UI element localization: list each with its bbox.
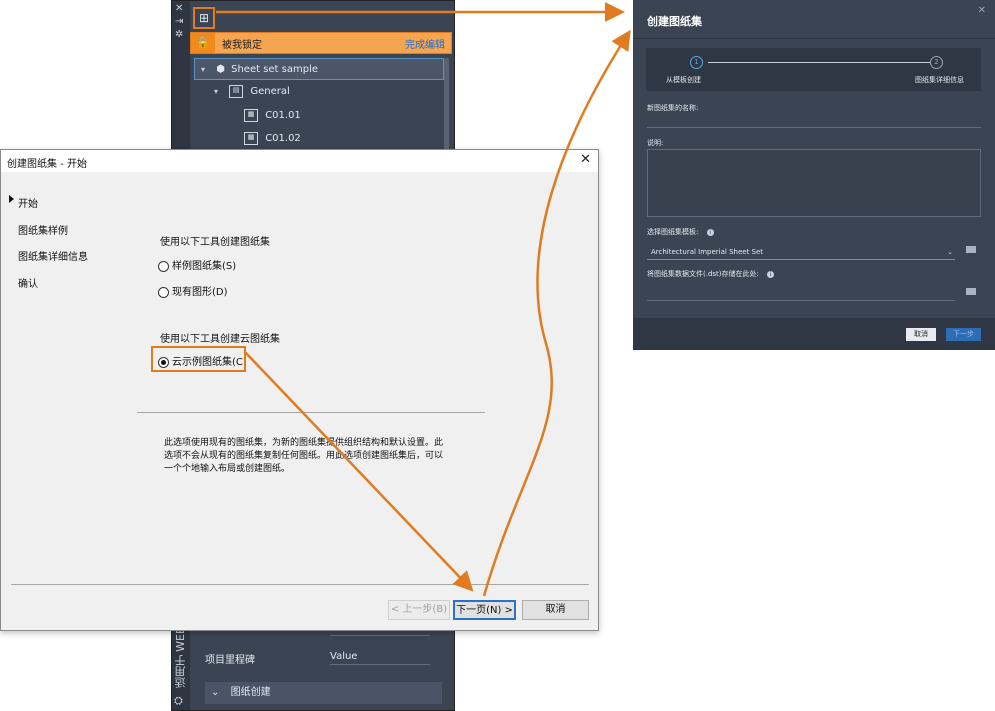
dialog-titlebar: 创建图纸集 - 开始 ✕ [1,150,598,172]
create-sheet-set-dialog: 创建图纸集 - 开始 ✕ 开始 图纸集样例 图纸集详细信息 确认 使用以下工具创… [0,149,599,631]
cloud-option-highlight [151,346,246,372]
section-header-label: 图纸创建 [230,687,271,698]
tree-node-sheet[interactable]: ▦ C01.02 [194,128,301,150]
dialog-title: 创建图纸集 [647,15,702,28]
section-header-sheet-creation[interactable]: ⌄ 图纸创建 [205,682,442,704]
settings-icon[interactable]: ✲ [175,29,183,40]
stepper-line [708,62,930,63]
properties-panel: 项目里程碑 Value ⌄ 图纸创建 [190,621,452,707]
tree-node-label: C01.02 [265,133,301,144]
storage-location-input[interactable] [647,300,955,301]
next-button[interactable]: 下一步 [946,328,981,341]
info-icon[interactable]: i [706,228,714,236]
current-step-arrow-icon [9,195,14,203]
property-value-field[interactable]: Value [330,651,430,665]
option-description: 此选项使用现有的图纸集，为新的图纸集提供组织结构和默认设置。此选项不会从现有的图… [164,438,444,474]
wizard-stepper: 1 2 从模板创建 图纸集详细信息 [646,48,981,91]
step-2-indicator: 2 [930,56,943,69]
template-select[interactable]: Architectural Imperial Sheet Set ⌄ [647,244,955,260]
wizard-step-begin: 开始 [18,199,38,210]
close-icon[interactable]: ✕ [175,3,183,14]
dialog-footer: 取消 下一步 [633,318,995,350]
wizard-step-sheet-set-details: 图纸集详细信息 [18,252,88,263]
subset-icon: ▤ [229,84,244,98]
description-textarea[interactable] [647,149,981,217]
property-divider [330,635,430,636]
radio-label: 现有图形(D) [172,287,228,298]
new-sheet-set-button[interactable]: ⊞ [193,7,215,29]
sheet-set-name-label: 新图纸集的名称: [647,104,699,112]
chevron-down-icon: ⌄ [947,248,953,256]
back-button[interactable]: < 上一步(B) [388,600,450,620]
cloud-create-sheet-set-dialog: 创建图纸集 ✕ 1 2 从模板创建 图纸集详细信息 新图纸集的名称: 说明: 选… [633,0,995,350]
divider [137,412,485,413]
tree-scrollbar[interactable] [444,58,449,158]
cancel-button[interactable]: 取消 [906,328,936,341]
lock-icon: 🔒 [191,33,215,53]
radio-example-sheet-set[interactable]: 样例图纸集(S) [158,257,236,272]
new-sheet-set-icon: ⊞ [198,11,210,25]
lock-status-bar: 🔒 被我锁定 完成编辑 [190,32,452,54]
step-1-indicator: 1 [690,56,703,69]
collapse-caret-icon[interactable]: ▾ [214,81,226,103]
description-label: 说明: [647,139,664,147]
collapse-caret-icon[interactable]: ▾ [201,59,213,81]
radio-button[interactable] [158,260,169,272]
storage-location-label: 将图纸集数据文件(.dst)存储在此处: i [647,269,775,279]
tree-node-label: General [250,86,290,97]
step-1-label: 从模板创建 [666,76,701,84]
template-label: 选择图纸集模板: i [647,227,714,237]
dialog-title: 创建图纸集 - 开始 [7,159,87,170]
radio-button[interactable] [158,286,169,298]
tree-node-label: C01.01 [265,110,301,121]
finish-editing-link[interactable]: 完成编辑 [405,36,445,51]
tree-node-label: Sheet set sample [231,64,319,75]
folder-icon[interactable] [966,246,976,253]
lock-status-text: 被我锁定 [222,40,262,51]
radio-label: 样例图纸集(S) [172,261,237,272]
close-icon[interactable]: ✕ [978,5,986,16]
tree-node-sheet-set[interactable]: ▾ ⬢ Sheet set sample [194,58,444,80]
sheet-set-manager-icon: ⛭ [174,694,183,707]
step-2-label: 图纸集详细信息 [915,76,964,84]
close-icon[interactable]: ✕ [580,152,591,167]
folder-icon[interactable] [966,288,976,295]
create-cloud-with-label: 使用以下工具创建云图纸集 [160,334,280,345]
sheet-set-name-input[interactable] [647,127,981,128]
template-select-value: Architectural Imperial Sheet Set [651,248,764,256]
wizard-step-sheet-set-example: 图纸集样例 [18,226,68,237]
pin-icon[interactable]: ⇥ [175,16,183,27]
template-label-text: 选择图纸集模板: [647,228,699,236]
radio-existing-drawings[interactable]: 现有图形(D) [158,283,228,298]
sheet-set-icon: ⬢ [216,64,225,75]
tree-node-subset[interactable]: ▾ ▤ General [194,81,290,103]
create-with-label: 使用以下工具创建图纸集 [160,237,270,248]
cancel-button[interactable]: 取消 [522,600,589,620]
chevron-down-icon: ⌄ [211,687,220,698]
storage-location-label-text: 将图纸集数据文件(.dst)存储在此处: [647,270,759,278]
sheet-icon: ▦ [244,108,258,122]
tree-node-sheet[interactable]: ▦ C01.01 [194,105,301,127]
next-button[interactable]: 下一页(N) > [453,600,516,620]
property-label: 项目里程碑 [205,655,255,666]
wizard-step-confirm: 确认 [18,279,38,290]
divider [11,584,589,585]
divider [633,38,995,39]
info-icon[interactable]: i [767,270,775,278]
sheet-icon: ▦ [244,131,258,145]
